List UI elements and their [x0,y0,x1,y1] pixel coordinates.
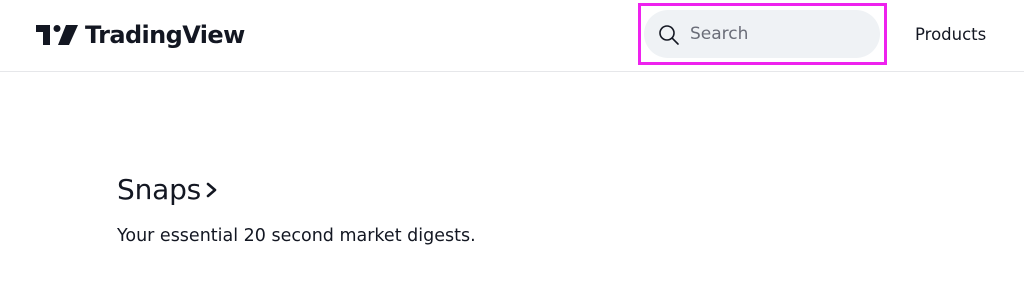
search-input[interactable] [690,20,870,48]
section-title: Snaps [117,173,202,206]
section-description: Your essential 20 second market digests. [117,226,476,246]
search-box[interactable] [644,10,880,58]
tradingview-logo-icon [36,25,78,45]
site-header: TradingView Products [0,0,1024,72]
search-icon [659,25,679,45]
tradingview-logo-link[interactable]: TradingView [36,20,245,50]
snaps-section-link[interactable]: Snaps [117,171,219,209]
chevron-right-icon [206,182,217,198]
main-content: Snaps Your essential 20 second market di… [0,73,1024,282]
nav-products-link[interactable]: Products [915,22,986,48]
logo-text: TradingView [85,21,245,49]
